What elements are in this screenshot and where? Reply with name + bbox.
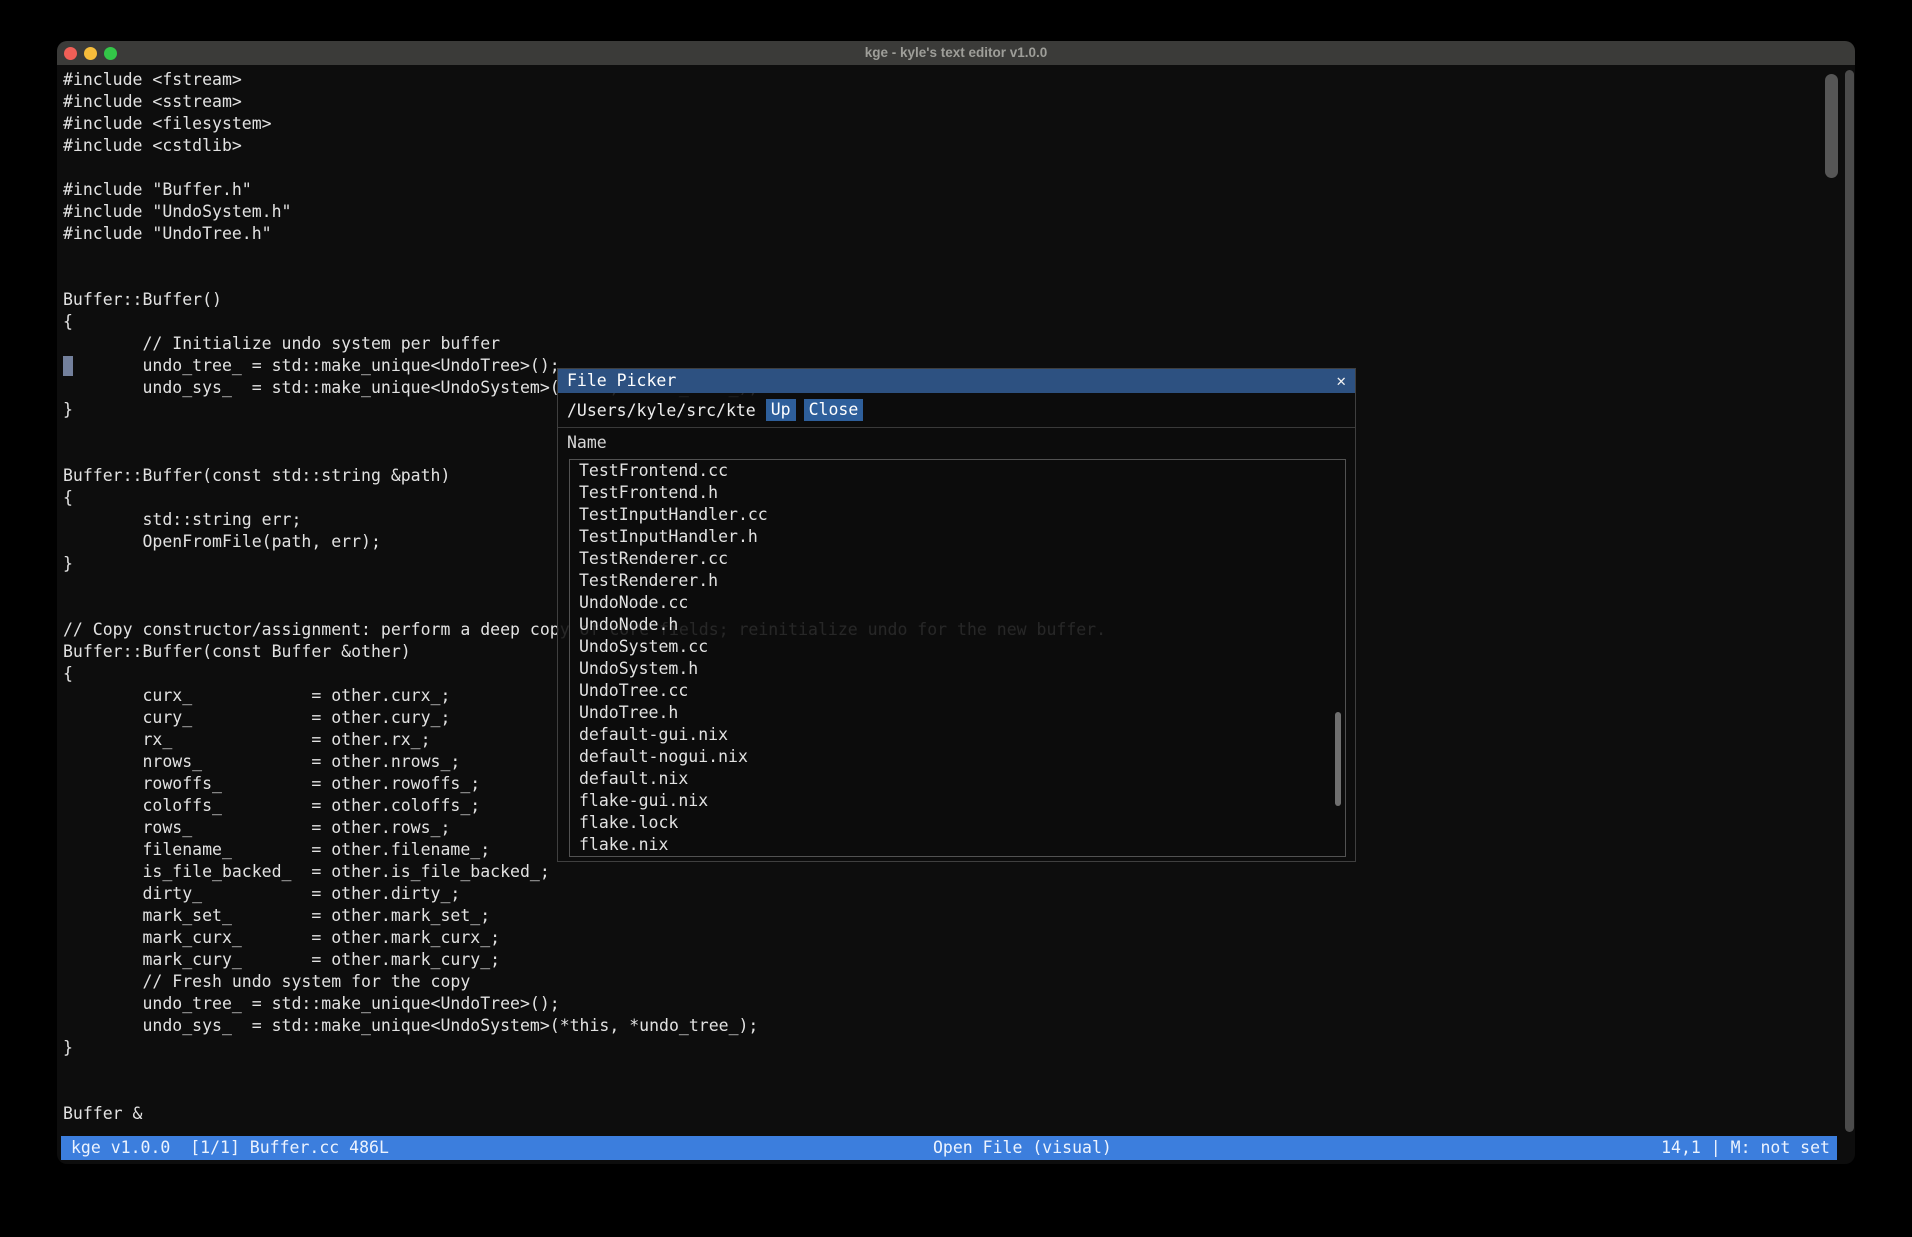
window-title: kge - kyle's text editor v1.0.0 [57,41,1855,65]
file-list-item[interactable]: TestRenderer.h [570,570,1345,592]
file-list-scrollbar-thumb[interactable] [1335,712,1341,806]
file-list-item[interactable]: UndoNode.cc [570,592,1345,614]
up-button[interactable]: Up [766,399,796,421]
file-list-item[interactable]: UndoTree.h [570,702,1345,724]
file-list-item[interactable]: flake-gui.nix [570,790,1345,812]
status-bar: kge v1.0.0 [1/1] Buffer.cc 486L Open Fil… [61,1136,1837,1160]
file-list-item[interactable]: flake.nix [570,834,1345,856]
file-picker-title: File Picker [567,369,676,393]
status-mode: Open File (visual) [933,1136,1112,1160]
window-scrollbar-track[interactable] [1845,70,1854,1132]
status-version-file: kge v1.0.0 [1/1] Buffer.cc 486L [71,1136,389,1160]
file-list-item[interactable]: TestFrontend.h [570,482,1345,504]
file-list-item[interactable]: TestInputHandler.cc [570,504,1345,526]
status-cursor-mark: 14,1 | M: not set [1661,1136,1830,1160]
file-picker-titlebar: File Picker ✕ [558,369,1355,393]
window-titlebar: kge - kyle's text editor v1.0.0 [57,41,1855,65]
text-cursor [63,356,73,376]
file-list-item[interactable]: TestRenderer.cc [570,548,1345,570]
file-list-item[interactable]: UndoSystem.cc [570,636,1345,658]
current-path: /Users/kyle/src/kte [567,401,756,420]
divider [558,427,1355,428]
file-list: TestFrontend.ccTestFrontend.hTestInputHa… [569,459,1346,857]
file-list-item[interactable]: UndoSystem.h [570,658,1345,680]
file-list-item[interactable]: default-gui.nix [570,724,1345,746]
close-icon[interactable]: ✕ [1336,369,1346,393]
file-list-item[interactable]: TestInputHandler.h [570,526,1345,548]
close-button[interactable]: Close [804,399,864,421]
file-list-item[interactable]: UndoNode.h [570,614,1345,636]
file-picker-dialog: File Picker ✕ /Users/kyle/src/kte Up Clo… [557,368,1356,862]
desktop: kge - kyle's text editor v1.0.0 #include… [0,0,1912,1237]
file-list-item[interactable]: default-nogui.nix [570,746,1345,768]
file-picker-path-row: /Users/kyle/src/kte Up Close [558,393,1355,427]
name-column-header: Name [567,432,607,454]
file-list-item[interactable]: flake.lock [570,812,1345,834]
file-list-item[interactable]: UndoTree.cc [570,680,1345,702]
file-list-item[interactable]: TestFrontend.cc [570,460,1345,482]
file-list-item[interactable]: default.nix [570,768,1345,790]
editor-scrollbar-thumb[interactable] [1825,74,1838,178]
